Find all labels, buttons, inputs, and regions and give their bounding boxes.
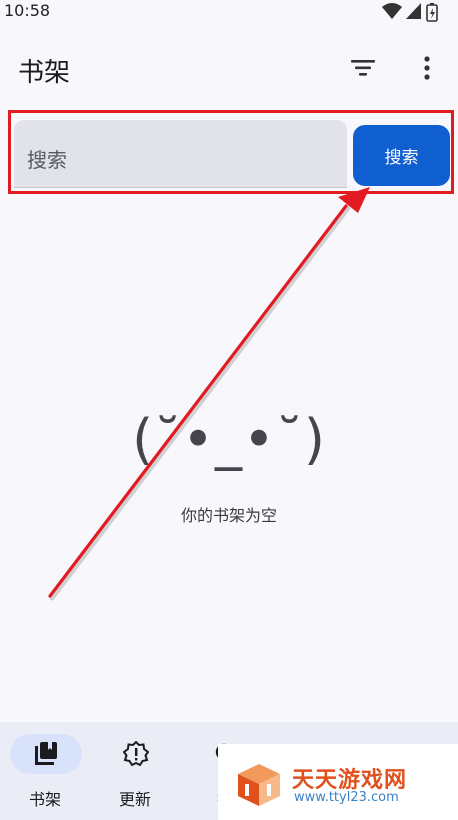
- battery-icon: [426, 3, 438, 22]
- more-vertical-icon: [424, 56, 430, 80]
- status-icons: [382, 2, 438, 22]
- empty-state-face: (˘•_•˘): [132, 408, 326, 471]
- wifi-icon: [382, 3, 402, 19]
- nav-item-bookshelf[interactable]: 书架: [0, 722, 90, 820]
- nav-label-updates: 更新: [118, 790, 151, 809]
- signal-icon: [406, 3, 421, 19]
- highlight-annotation-box: [8, 110, 454, 194]
- watermark: 天天游戏网 www.ttyl23.com: [218, 744, 458, 820]
- status-time: 10:58: [4, 1, 51, 20]
- nav-item-updates[interactable]: 更新: [90, 722, 180, 820]
- filter-icon: [351, 60, 375, 76]
- watermark-logo-icon: [238, 764, 280, 806]
- more-options-button[interactable]: [414, 54, 440, 82]
- app-bar: 书架: [0, 40, 458, 96]
- update-badge-icon: [123, 741, 149, 767]
- watermark-url: www.ttyl23.com: [294, 790, 399, 805]
- filter-button[interactable]: [348, 54, 378, 82]
- status-bar: 10:58: [0, 0, 458, 24]
- page-title: 书架: [18, 58, 71, 88]
- nav-label-bookshelf: 书架: [28, 790, 61, 809]
- bookshelf-icon: [35, 742, 57, 765]
- empty-state-message: 你的书架为空: [180, 506, 277, 525]
